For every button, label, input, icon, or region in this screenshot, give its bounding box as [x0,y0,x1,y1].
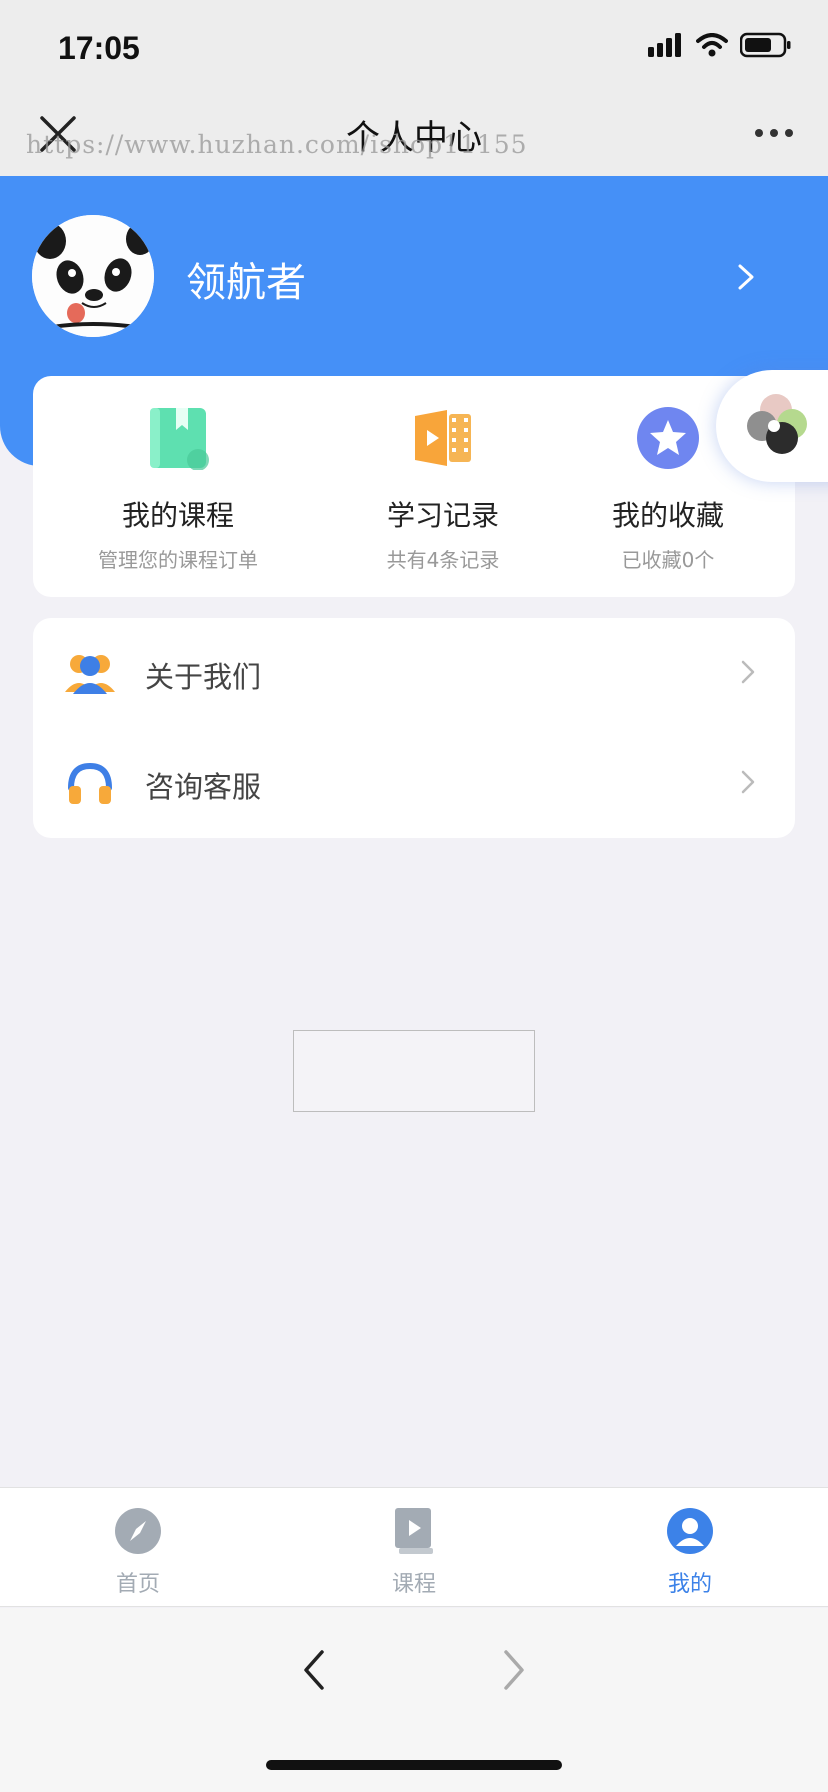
quick-action-subtitle: 管理您的课程订单 [98,548,258,572]
forward-arrow-icon[interactable] [500,1646,530,1694]
panda-avatar-icon [32,215,154,337]
username[interactable]: 领航者 [186,250,306,308]
headphones-icon [68,762,112,804]
more-icon[interactable] [752,118,796,148]
quick-action-label: 学习记录 [386,499,499,532]
chevron-right-icon[interactable] [734,262,758,292]
tab-label: 我的 [667,1572,712,1597]
avatar[interactable] [32,215,154,337]
floating-app-button[interactable] [716,370,828,482]
signal-icon [648,33,681,57]
course-book-icon [395,1508,433,1554]
user-icon [667,1508,713,1554]
tab-label: 首页 [115,1572,160,1597]
quick-action-label: 我的课程 [121,499,234,532]
wifi-icon [696,33,728,57]
chevron-right-icon [741,770,755,794]
floating-window-icon [747,394,807,454]
quick-action-subtitle: 共有4条记录 [386,548,500,572]
quick-action-subtitle: 已收藏0个 [621,548,715,572]
status-bar: 17:05 [0,0,828,92]
bottom-tab-bar: 首页 课程 我的 [0,1487,828,1607]
home-indicator [266,1760,562,1770]
tab-courses[interactable]: 课程 [276,1488,552,1608]
quick-action-my-courses[interactable]: 我的课程 管理您的课程订单 [68,376,288,597]
menu-item-about-us[interactable]: 关于我们 [33,618,795,728]
tab-mine[interactable]: 我的 [552,1488,828,1608]
status-icons [648,32,792,58]
quick-action-label: 我的收藏 [611,499,724,532]
status-time: 17:05 [58,30,140,66]
menu-item-label: 关于我们 [145,660,262,694]
tab-home[interactable]: 首页 [0,1488,276,1608]
video-film-icon [415,410,471,466]
menu-item-customer-service[interactable]: 咨询客服 [33,728,795,838]
star-icon [637,407,699,469]
menu-item-label: 咨询客服 [145,770,262,804]
quick-actions-card: 我的课程 管理您的课程订单 学习记录 共有4条记录 我的收藏 已收藏0个 [33,376,795,597]
bookmark-book-icon [150,408,209,470]
menu-card: 关于我们 咨询客服 [33,618,795,838]
tab-label: 课程 [391,1572,436,1597]
chevron-right-icon [741,660,755,684]
quick-action-study-records[interactable]: 学习记录 共有4条记录 [333,376,553,597]
back-arrow-icon[interactable] [298,1646,328,1694]
empty-placeholder-box [293,1030,535,1112]
nav-bar: 个人中心 https://www.huzhan.com/ishop11155 [0,92,828,176]
battery-icon [740,32,791,58]
compass-icon [115,1508,161,1554]
people-icon [65,655,115,694]
watermark-text: https://www.huzhan.com/ishop11155 [26,130,528,159]
